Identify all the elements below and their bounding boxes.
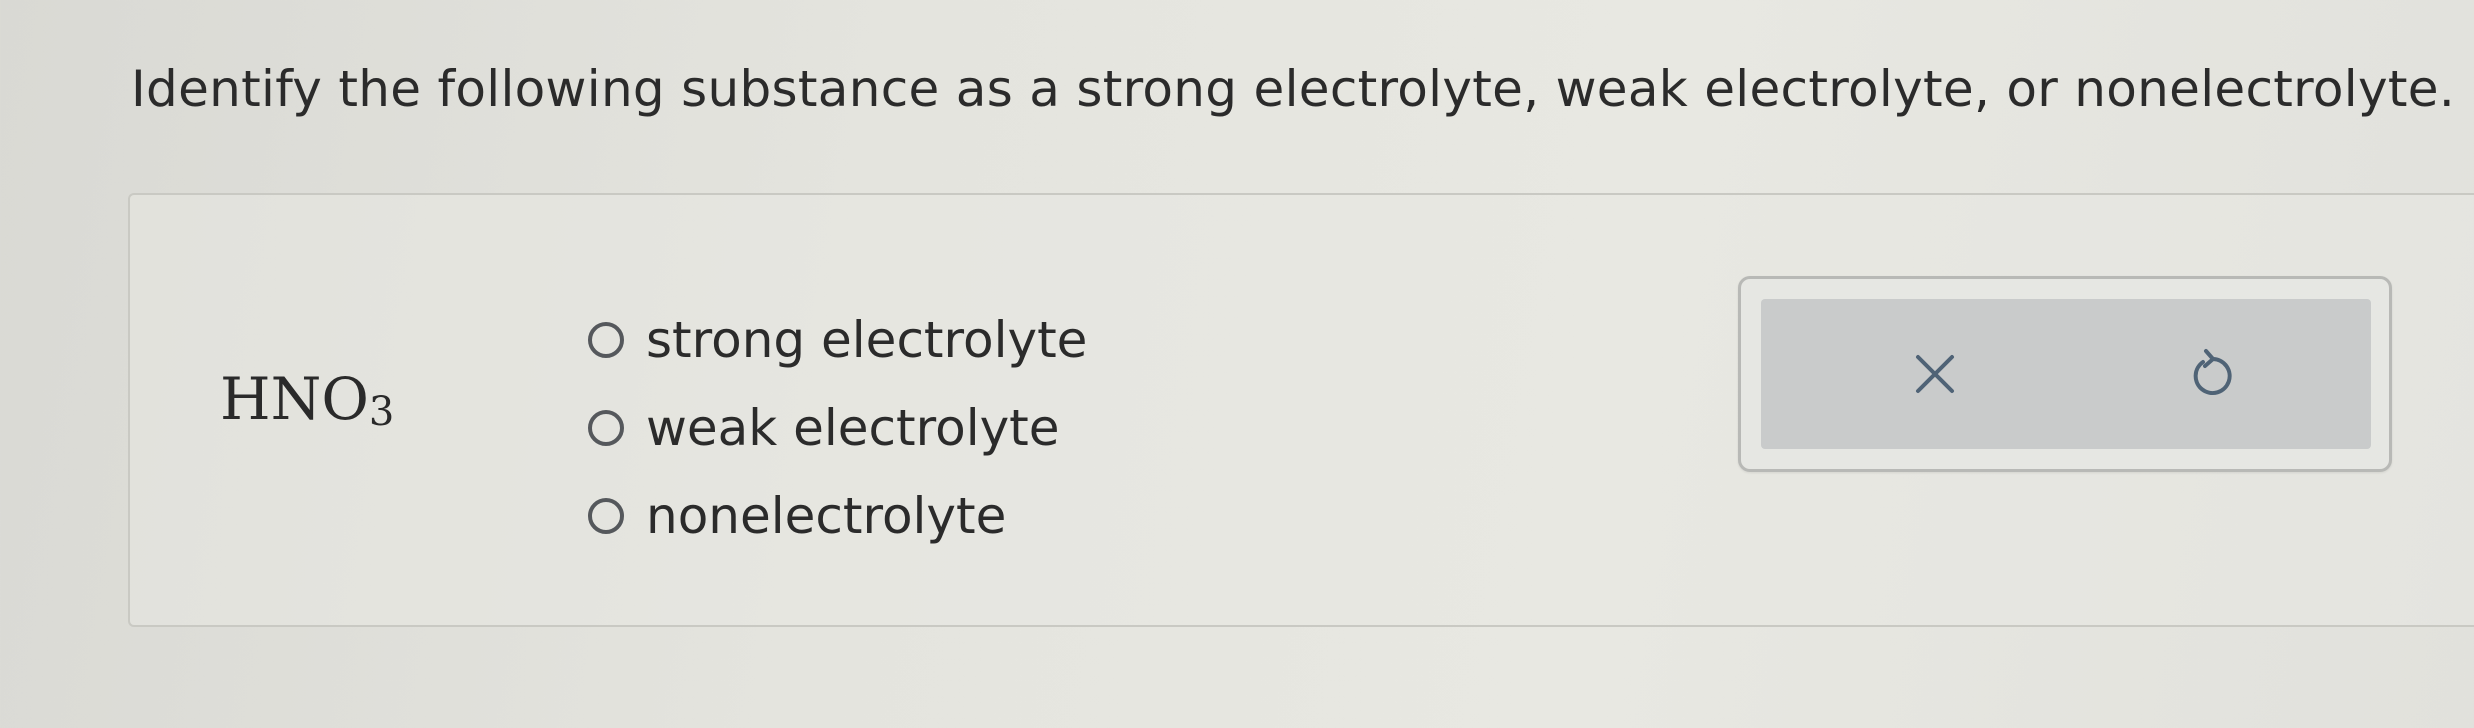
answer-toolbox	[1738, 276, 2392, 472]
x-icon	[1916, 355, 1954, 393]
question-prompt: Identify the following substance as a st…	[131, 60, 2456, 118]
radio-group: strong electrolyte weak electrolyte none…	[588, 296, 1087, 560]
formula-subscript: 3	[368, 389, 395, 435]
option-nonelectrolyte[interactable]: nonelectrolyte	[588, 472, 1087, 560]
option-label: strong electrolyte	[646, 311, 1088, 369]
option-weak-electrolyte[interactable]: weak electrolyte	[588, 384, 1087, 472]
undo-button[interactable]	[2173, 334, 2253, 414]
option-label: nonelectrolyte	[646, 487, 1007, 545]
toolbox-button-bar	[1761, 299, 2371, 449]
radio-button[interactable]	[588, 410, 624, 446]
radio-button[interactable]	[588, 498, 624, 534]
radio-button[interactable]	[588, 322, 624, 358]
option-label: weak electrolyte	[646, 399, 1060, 457]
formula-main: HNO	[220, 365, 369, 433]
chemical-formula: HNO3	[220, 365, 395, 435]
undo-icon	[2193, 349, 2232, 395]
clear-button[interactable]	[1895, 334, 1975, 414]
option-strong-electrolyte[interactable]: strong electrolyte	[588, 296, 1087, 384]
